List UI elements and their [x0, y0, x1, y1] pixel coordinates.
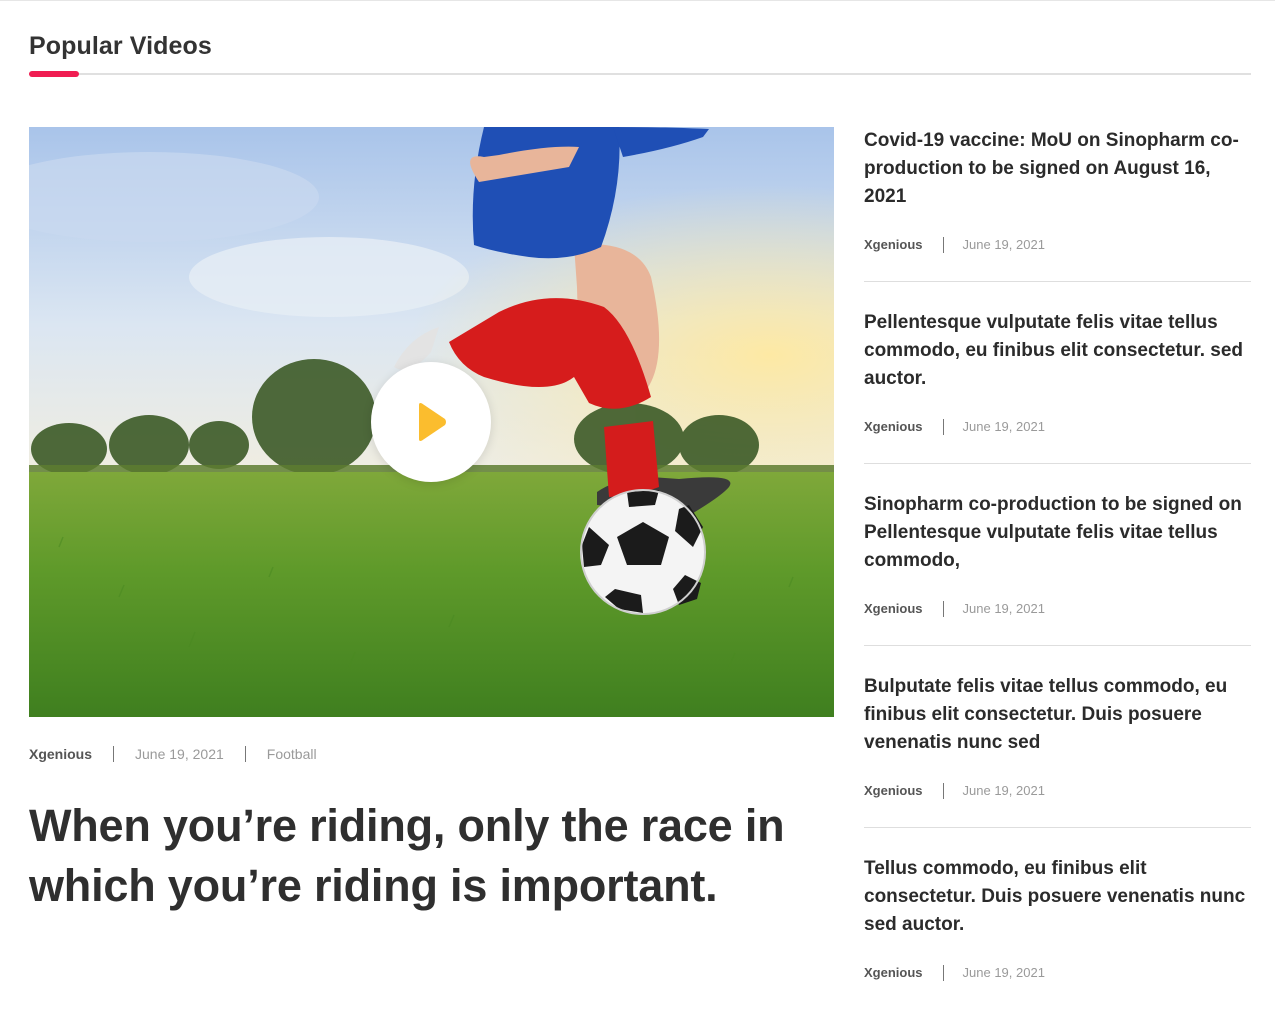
list-item: Pellentesque vulputate felis vitae tellu…	[864, 309, 1251, 464]
list-item-title[interactable]: Tellus commodo, eu finibus elit consecte…	[864, 855, 1251, 939]
meta-separator	[113, 746, 115, 762]
post-date: June 19, 2021	[962, 419, 1045, 434]
header-underline	[29, 73, 1251, 75]
play-icon	[419, 403, 446, 441]
list-item: Tellus commodo, eu finibus elit consecte…	[864, 855, 1251, 1009]
featured-video: Xgenious June 19, 2021 Football When you…	[29, 127, 834, 916]
play-button[interactable]	[371, 362, 491, 482]
meta-separator	[942, 965, 944, 981]
list-item-title[interactable]: Covid-19 vaccine: MoU on Sinopharm co-pr…	[864, 127, 1251, 211]
featured-meta: Xgenious June 19, 2021 Football	[29, 745, 834, 763]
list-item-meta: Xgenious June 19, 2021	[864, 600, 1251, 618]
post-date: June 19, 2021	[962, 965, 1045, 980]
meta-separator	[244, 746, 246, 762]
post-date: June 19, 2021	[962, 783, 1045, 798]
section-header: Popular Videos	[29, 30, 1251, 77]
meta-separator	[942, 783, 944, 799]
post-date: June 19, 2021	[962, 601, 1045, 616]
author-name[interactable]: Xgenious	[864, 236, 923, 254]
meta-separator	[942, 601, 944, 617]
author-name[interactable]: Xgenious	[29, 745, 92, 763]
featured-video-thumbnail[interactable]	[29, 127, 834, 717]
top-divider	[0, 0, 1275, 1]
post-date: June 19, 2021	[962, 237, 1045, 252]
list-item-title[interactable]: Bulputate felis vitae tellus commodo, eu…	[864, 673, 1251, 757]
author-name[interactable]: Xgenious	[864, 600, 923, 618]
author-name[interactable]: Xgenious	[864, 418, 923, 436]
list-item-title[interactable]: Pellentesque vulputate felis vitae tellu…	[864, 309, 1251, 393]
list-item: Sinopharm co-production to be signed on …	[864, 491, 1251, 646]
section-title: Popular Videos	[29, 32, 212, 60]
soccer-ball	[580, 489, 706, 615]
author-name[interactable]: Xgenious	[864, 964, 923, 982]
list-item: Covid-19 vaccine: MoU on Sinopharm co-pr…	[864, 127, 1251, 282]
list-item-title[interactable]: Sinopharm co-production to be signed on …	[864, 491, 1251, 575]
meta-separator	[942, 237, 944, 253]
list-item-meta: Xgenious June 19, 2021	[864, 964, 1251, 982]
author-name[interactable]: Xgenious	[864, 782, 923, 800]
list-item-meta: Xgenious June 19, 2021	[864, 236, 1251, 254]
list-item-meta: Xgenious June 19, 2021	[864, 418, 1251, 436]
featured-title[interactable]: When you’re riding, only the race in whi…	[29, 796, 834, 916]
post-category[interactable]: Football	[267, 745, 317, 763]
side-video-list: Covid-19 vaccine: MoU on Sinopharm co-pr…	[864, 127, 1251, 1036]
list-item: Bulputate felis vitae tellus commodo, eu…	[864, 673, 1251, 828]
list-item-meta: Xgenious June 19, 2021	[864, 782, 1251, 800]
header-accent-bar	[29, 71, 79, 77]
meta-separator	[942, 419, 944, 435]
post-date: June 19, 2021	[135, 746, 224, 762]
